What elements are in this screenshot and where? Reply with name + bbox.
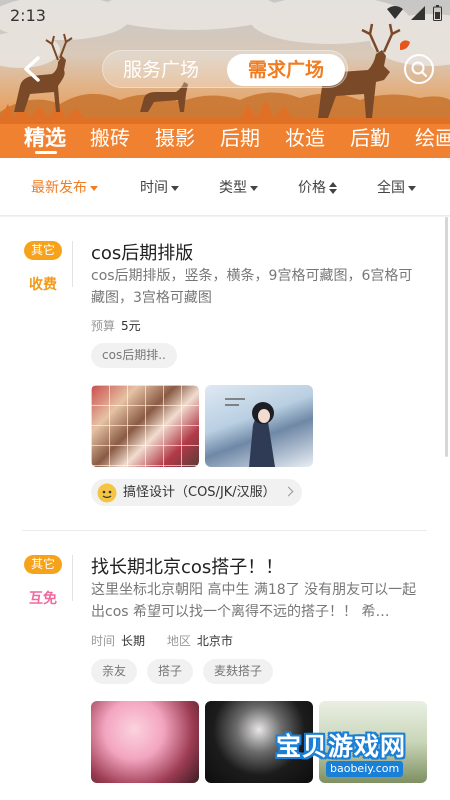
watermark-url: baobeiy.com	[326, 761, 404, 777]
cosplay-figure-illustration	[225, 398, 275, 467]
time-label: 时间	[91, 634, 116, 648]
tab-logistics[interactable]: 后勤	[350, 122, 390, 151]
tab-indicator	[35, 151, 57, 154]
post-image[interactable]	[91, 701, 199, 783]
watermark-logo: 宝贝游戏网 baobeiy.com	[276, 727, 426, 787]
tab-drawing[interactable]: 绘画	[415, 122, 450, 151]
post-category-column: 其它 收费	[22, 239, 64, 294]
tag[interactable]: cos后期排..	[91, 343, 177, 368]
caret-down-icon	[90, 185, 98, 191]
search-icon	[411, 61, 427, 77]
tab-featured[interactable]: 精选	[24, 122, 66, 152]
tag[interactable]: 麦麸搭子	[203, 659, 274, 684]
filter-price[interactable]: 价格	[298, 177, 337, 197]
post-title: 找长期北京cos搭子！！	[91, 557, 284, 578]
post-image[interactable]	[205, 385, 313, 467]
filter-price-label: 价格	[298, 180, 326, 196]
divider	[72, 241, 73, 287]
budget-label: 预算	[91, 319, 116, 333]
chevron-right-icon	[283, 486, 294, 497]
studio-link[interactable]: 搞怪设计（COS/JK/汉服）	[91, 479, 302, 506]
post-card[interactable]: 其它 收费 cos后期排版 cos后期排版，竖条，横条，9宫格可藏图，6宫格可藏…	[0, 217, 450, 529]
tab-photography[interactable]: 摄影	[155, 122, 195, 151]
system-icons	[387, 5, 442, 21]
back-button[interactable]	[16, 52, 50, 86]
tab-post-production[interactable]: 后期	[220, 122, 260, 151]
tag[interactable]: 亲友	[91, 659, 138, 684]
status-time: 2:13	[10, 6, 46, 25]
header: 2:13 服务广场 需求广场 精选 搬砖 摄影 后期 妆造 后勤 绘画	[0, 0, 450, 158]
tag[interactable]: 搭子	[147, 659, 194, 684]
watermark-title: 宝贝游戏网	[276, 732, 407, 761]
post-image[interactable]	[91, 385, 199, 467]
post-title: cos后期排版	[91, 243, 194, 264]
post-description: cos后期排版，竖条，横条，9宫格可藏图，6宫格可藏图，3宫格可藏图	[91, 268, 413, 306]
filter-latest-label: 最新发布	[31, 180, 87, 196]
status-bar: 2:13	[0, 0, 450, 30]
budget-value: 5元	[121, 319, 141, 333]
price-type: 互免	[29, 591, 57, 607]
signal-icon	[411, 6, 425, 20]
studio-name: 搞怪设计（COS/JK/汉服）	[123, 485, 276, 500]
tab-demand-square[interactable]: 需求广场	[227, 54, 345, 86]
filter-type[interactable]: 类型	[219, 177, 258, 197]
filter-region[interactable]: 全国	[377, 177, 416, 197]
search-button[interactable]	[404, 54, 434, 84]
filter-latest[interactable]: 最新发布	[31, 177, 98, 197]
post-budget: 预算 5元	[91, 317, 141, 334]
post-images	[91, 385, 313, 467]
avatar	[97, 483, 117, 502]
post-meta: 时间 长期 地区 北京市	[91, 632, 233, 649]
sort-icon	[329, 182, 337, 194]
filter-time-label: 时间	[140, 180, 168, 196]
chevron-left-icon	[24, 56, 40, 82]
post-category-column: 其它 互免	[22, 553, 64, 608]
caret-down-icon	[408, 185, 416, 191]
post-tags: cos后期排..	[91, 343, 177, 368]
battery-icon	[433, 5, 442, 21]
time-value: 长期	[121, 634, 146, 648]
filter-time[interactable]: 时间	[140, 177, 179, 197]
filter-type-label: 类型	[219, 180, 247, 196]
area-value: 北京市	[196, 634, 233, 648]
square-switcher: 服务广场 需求广场	[102, 50, 348, 88]
category-tabs: 精选 搬砖 摄影 后期 妆造 后勤 绘画	[0, 118, 450, 158]
filter-region-label: 全国	[377, 180, 405, 196]
tab-moving[interactable]: 搬砖	[90, 122, 130, 151]
category-badge: 其它	[24, 241, 62, 260]
post-description: 这里坐标北京朝阳 高中生 满18了 没有朋友可以一起出cos 希望可以找一个离得…	[91, 582, 417, 620]
category-badge: 其它	[24, 555, 62, 574]
divider	[72, 555, 73, 601]
wifi-icon	[387, 6, 403, 19]
price-type: 收费	[29, 277, 57, 293]
caret-down-icon	[171, 185, 179, 191]
tab-makeup[interactable]: 妆造	[285, 122, 325, 151]
caret-down-icon	[250, 185, 258, 191]
area-label: 地区	[166, 634, 191, 648]
filter-bar: 最新发布 时间 类型 价格 全国	[0, 158, 450, 216]
tab-service-square[interactable]: 服务广场	[107, 54, 215, 86]
post-feed[interactable]: 其它 收费 cos后期排版 cos后期排版，竖条，横条，9宫格可藏图，6宫格可藏…	[0, 217, 450, 800]
post-tags: 亲友 搭子 麦麸搭子	[91, 659, 274, 684]
